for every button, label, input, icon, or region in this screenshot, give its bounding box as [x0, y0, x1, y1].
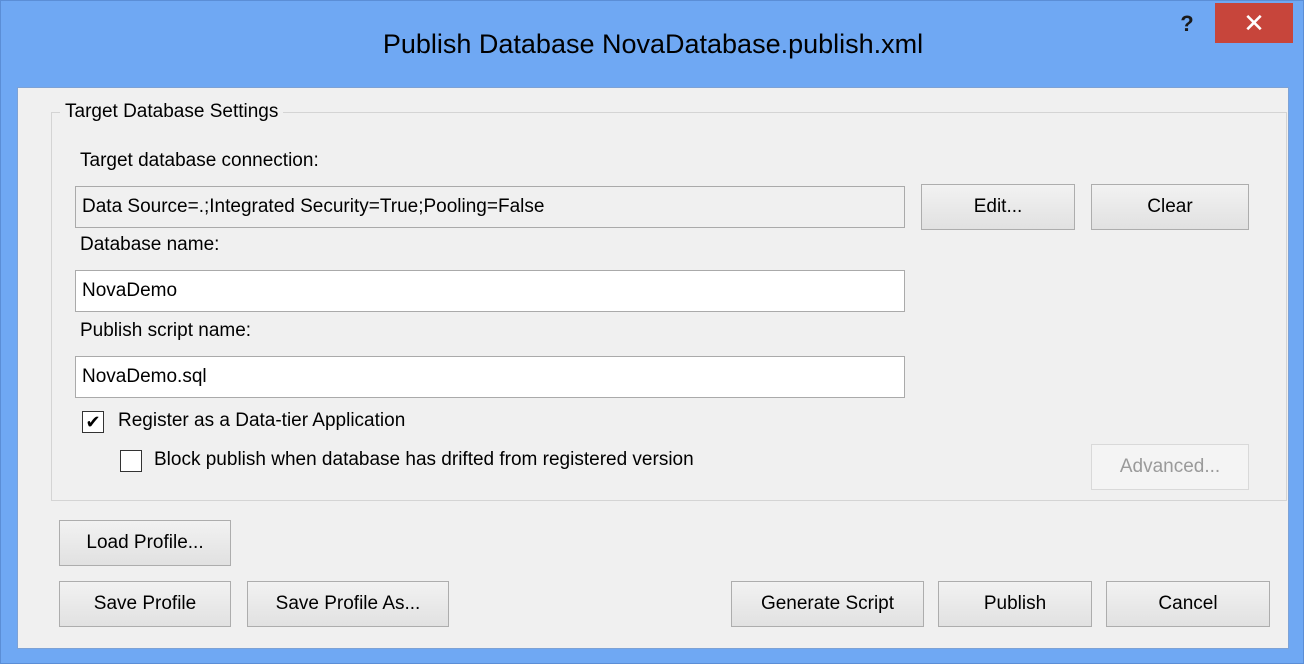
connection-field[interactable]: Data Source=.;Integrated Security=True;P…: [75, 186, 905, 228]
save-profile-as-button[interactable]: Save Profile As...: [247, 581, 449, 627]
database-name-label: Database name:: [80, 234, 220, 255]
edit-button[interactable]: Edit...: [921, 184, 1075, 230]
close-icon: ✕: [1243, 7, 1265, 38]
generate-script-button[interactable]: Generate Script: [731, 581, 924, 627]
save-profile-button[interactable]: Save Profile: [59, 581, 231, 627]
checkmark-icon: ✔: [85, 412, 101, 432]
register-label[interactable]: Register as a Data-tier Application: [118, 410, 405, 432]
block-publish-label[interactable]: Block publish when database has drifted …: [154, 449, 694, 471]
connection-label: Target database connection:: [80, 150, 319, 171]
cancel-button[interactable]: Cancel: [1106, 581, 1270, 627]
clear-button[interactable]: Clear: [1091, 184, 1249, 230]
help-button[interactable]: ?: [1167, 9, 1207, 39]
publish-database-dialog: Publish Database NovaDatabase.publish.xm…: [0, 0, 1304, 664]
close-button[interactable]: ✕: [1215, 3, 1293, 43]
script-name-label: Publish script name:: [80, 320, 252, 341]
database-name-input[interactable]: NovaDemo: [75, 270, 905, 312]
publish-button[interactable]: Publish: [938, 581, 1092, 627]
script-name-input[interactable]: NovaDemo.sql: [75, 356, 905, 398]
title-bar[interactable]: Publish Database NovaDatabase.publish.xm…: [1, 1, 1303, 87]
block-publish-checkbox[interactable]: [120, 450, 142, 472]
window-title: Publish Database NovaDatabase.publish.xm…: [382, 29, 924, 59]
dialog-body: Target Database Settings Target database…: [17, 87, 1289, 649]
group-title: Target Database Settings: [60, 101, 284, 123]
load-profile-button[interactable]: Load Profile...: [59, 520, 231, 566]
register-checkbox[interactable]: ✔: [82, 411, 104, 433]
advanced-button[interactable]: Advanced...: [1091, 444, 1249, 490]
